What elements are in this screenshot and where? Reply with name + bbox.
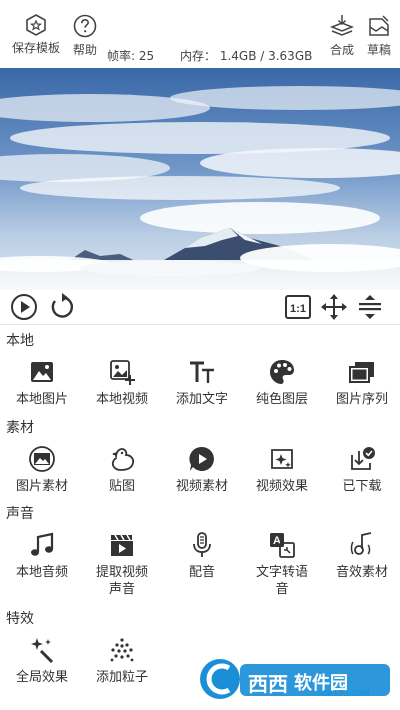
particles-icon [110,638,134,662]
save-template-button[interactable]: 保存模板 [8,14,64,56]
dubbing-button[interactable]: 配音 [162,531,242,581]
extract-video-audio-button[interactable]: 提取视频 声音 [82,531,162,598]
top-toolbar: 保存模板 帮助 帧率: 25 内存： 1.4GB / 3.63GB 合成 草稿 [0,0,400,68]
sticker-label: 贴图 [108,479,135,494]
help-button[interactable]: 帮助 [70,14,100,58]
clapperboard-icon [111,534,133,556]
compose-layers-icon [330,15,354,36]
save-template-label: 保存模板 [11,41,60,55]
memory-readout: 内存： 1.4GB / 3.63GB [180,49,313,63]
move-arrows-icon[interactable] [320,293,348,321]
add-particles-label: 添加粒子 [95,670,148,685]
align-lines-icon[interactable] [356,293,384,321]
site-watermark: 西西 软件园 CR173.COM [196,654,396,704]
section-sound-title: 声音 [6,506,34,522]
image-sequence-icon [349,362,374,383]
video-effect-button[interactable]: 视频效果 [242,445,322,495]
section-material-title: 素材 [6,420,34,436]
text-to-speech-label: 文字转语音 [255,565,308,597]
downloaded-check-icon [351,447,375,470]
reset-icon[interactable] [48,293,76,321]
section-local-title: 本地 [6,333,34,349]
text-to-speech-button[interactable]: A 文字转语音 [242,531,322,598]
image-material-button[interactable]: 图片素材 [2,445,82,495]
solid-color-layer-button[interactable]: 纯色图层 [242,358,322,408]
microphone-icon [193,532,211,557]
local-audio-label: 本地音频 [15,565,68,580]
watermark-brand: 西西 [248,672,288,696]
help-icon [73,14,97,38]
add-text-label: 添加文字 [175,392,228,407]
video-preview[interactable] [0,68,400,290]
dubbing-label: 配音 [188,565,215,580]
draft-icon [369,15,389,36]
add-particles-button[interactable]: 添加粒子 [82,636,162,686]
preview-landscape-image [0,68,400,290]
downloaded-button[interactable]: 已下载 [322,445,400,495]
text-tt-icon [190,361,214,383]
video-sparkle-icon [271,449,293,469]
image-icon [31,362,53,382]
magic-wand-icon [31,638,54,664]
video-play-bubble-icon [189,446,214,471]
compose-label: 合成 [329,43,354,57]
video-add-icon [110,360,135,385]
sound-effect-material-label: 音效素材 [335,565,388,580]
sticker-button[interactable]: 贴图 [82,445,162,495]
video-material-label: 视频素材 [175,479,228,494]
solid-color-layer-label: 纯色图层 [255,392,308,407]
add-text-button[interactable]: 添加文字 [162,358,242,408]
video-effect-label: 视频效果 [255,479,308,494]
play-icon[interactable] [10,293,38,321]
global-effect-label: 全局效果 [15,670,68,685]
text-to-speech-icon: A [270,533,295,558]
video-material-button[interactable]: 视频素材 [162,445,242,495]
local-audio-button[interactable]: 本地音频 [2,531,82,581]
local-image-button[interactable]: 本地图片 [2,358,82,408]
draft-button[interactable]: 草稿 [363,14,395,58]
music-note-icon [31,532,54,556]
watermark-url: CR173.COM [322,689,370,698]
playback-controls: 1:1 [0,290,400,325]
aspect-ratio-1-1-icon[interactable]: 1:1 [284,293,312,321]
local-image-label: 本地图片 [15,392,68,407]
duck-sticker-icon [111,448,135,471]
compose-button[interactable]: 合成 [326,14,358,58]
image-sequence-button[interactable]: 图片序列 [322,358,400,408]
global-effect-button[interactable]: 全局效果 [2,636,82,686]
help-label: 帮助 [72,43,97,57]
sound-effect-icon [350,532,372,555]
palette-icon [270,360,294,384]
svg-text:1:1: 1:1 [290,303,306,315]
sound-effect-material-button[interactable]: 音效素材 [322,531,400,581]
image-sequence-label: 图片序列 [335,392,388,407]
image-globe-icon [29,446,55,472]
draft-label: 草稿 [366,43,391,57]
extract-video-audio-label: 提取视频 声音 [95,565,148,597]
fps-readout: 帧率: 25 [107,49,155,63]
image-material-label: 图片素材 [15,479,68,494]
local-video-label: 本地视频 [95,392,148,407]
local-video-button[interactable]: 本地视频 [82,358,162,408]
template-star-icon [26,14,46,36]
downloaded-label: 已下载 [342,479,382,494]
section-effects-title: 特效 [6,611,34,627]
